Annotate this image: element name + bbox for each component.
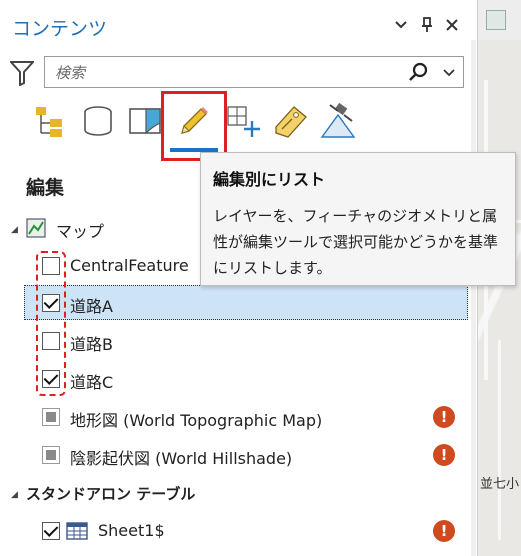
map-place-label: 並七小 [480,477,520,492]
search-icon[interactable] [408,62,428,82]
basemap-checkbox-topographic [42,408,60,426]
warning-icon[interactable]: ! [433,520,455,542]
search-options-chevron-icon[interactable] [441,63,457,81]
filter-icon[interactable] [8,60,36,87]
section-heading: 編集 [26,177,65,199]
list-by-labeling-icon[interactable] [270,98,310,144]
panel-title: コンテンツ [12,18,108,40]
tooltip-body: レイヤーを、フィーチャのジオメトリと属性が編集ツールで選択可能かどうかを基準にリ… [213,207,499,277]
warning-icon[interactable]: ! [433,406,455,428]
basemap-label[interactable]: 地形図 (World Topographic Map) [70,407,322,431]
layer-label[interactable]: 道路C [70,369,113,393]
list-by-selection-icon[interactable] [126,98,166,144]
basemap-checkbox-hillshade [42,446,60,464]
pin-icon[interactable] [416,14,438,36]
table-icon [66,521,88,541]
search-input[interactable] [53,63,397,83]
close-icon[interactable] [441,14,463,36]
warning-icon[interactable]: ! [433,444,455,466]
list-by-editing-pencil-icon[interactable] [174,98,214,144]
panel-scrollbar[interactable] [471,40,476,556]
tooltip: 編集別にリスト レイヤーを、フィーチャのジオメトリと属性が編集ツールで選択可能か… [200,152,516,286]
collapse-triangle-icon[interactable]: ◢ [11,490,18,500]
checkbox-highlight-dashed [36,251,66,396]
search-field[interactable] [44,56,464,88]
map-tab-icon[interactable] [486,10,506,30]
map-node-label[interactable]: マップ [56,218,104,242]
table-checkbox-sheet1[interactable] [42,522,60,540]
basemap-label[interactable]: 陰影起伏図 (World Hillshade) [70,445,292,469]
layer-label[interactable]: 道路A [70,293,113,317]
map-icon [26,218,46,238]
list-by-data-source-icon[interactable] [78,98,118,144]
standalone-tables-heading[interactable]: スタンドアロン テーブル [26,483,195,504]
list-by-perspective-imagery-icon[interactable] [318,98,358,144]
table-label[interactable]: Sheet1$ [98,521,165,540]
layer-label[interactable]: 道路B [70,331,113,355]
list-by-snapping-icon[interactable] [224,98,264,144]
chevron-down-icon[interactable] [390,14,412,36]
collapse-triangle-icon[interactable]: ◢ [11,225,18,235]
list-by-drawing-order-icon[interactable] [28,98,68,144]
layer-label[interactable]: CentralFeature [70,256,189,275]
tooltip-title: 編集別にリスト [213,170,326,189]
